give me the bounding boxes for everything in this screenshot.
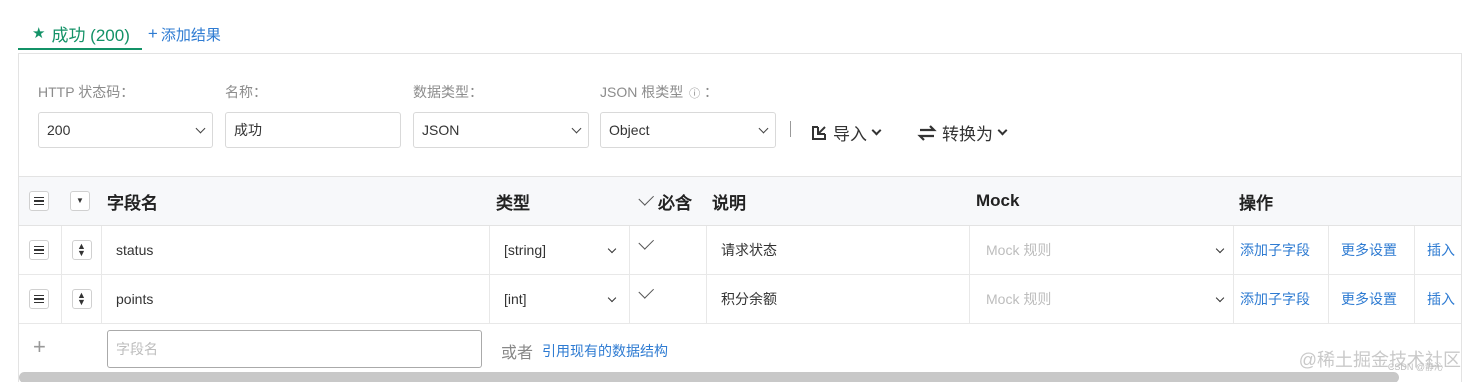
import-button[interactable]: 导入: [809, 120, 882, 145]
mock-select[interactable]: Mock 规则: [969, 226, 1233, 274]
more-settings-link[interactable]: 更多设置: [1328, 275, 1414, 323]
checkmark-icon: [637, 233, 654, 250]
convert-label: 转换为: [942, 125, 993, 144]
chevron-down-icon: [758, 123, 769, 133]
status-code-label: HTTP 状态码：: [38, 84, 135, 100]
data-type-label: 数据类型：: [413, 84, 483, 100]
sort-icon: ▲ ▼: [77, 241, 86, 258]
header-description: 说明: [712, 193, 746, 213]
chevron-down-icon: [1215, 293, 1225, 302]
table-header: ▼ 字段名 类型 必含 说明 Mock 操作: [19, 176, 1461, 226]
tab-success-200[interactable]: ★ 成功 (200): [18, 18, 142, 50]
insert-link[interactable]: 插入: [1414, 226, 1462, 274]
new-field-row: + 或者 引用现有的数据结构: [19, 324, 1461, 374]
mock-placeholder: Mock 规则: [986, 242, 1052, 258]
add-child-field-link[interactable]: 添加子字段: [1233, 226, 1328, 274]
toolbar-divider: [790, 121, 791, 137]
field-name-value: status: [116, 242, 154, 258]
header-mock: Mock: [976, 191, 1020, 210]
header-type: 类型: [496, 193, 530, 213]
header-expand-button[interactable]: ▼: [70, 177, 90, 225]
type-select[interactable]: [int]: [489, 275, 629, 323]
required-all-checkbox[interactable]: [636, 189, 654, 210]
checkmark-icon: [637, 282, 654, 299]
header-actions: 操作: [1239, 193, 1273, 213]
convert-icon: [917, 124, 937, 141]
name-input[interactable]: 成功: [225, 112, 401, 148]
row-drag-handle[interactable]: [29, 275, 49, 323]
insert-link[interactable]: 插入: [1414, 275, 1462, 323]
required-checkbox[interactable]: [629, 226, 706, 274]
row-sort-button[interactable]: ▲ ▼: [61, 275, 101, 323]
menu-icon: [34, 294, 44, 304]
name-label: 名称：: [225, 84, 267, 100]
tab-success-label: 成功 (200): [51, 25, 130, 45]
field-name-cell[interactable]: points: [101, 275, 489, 323]
data-type-value: JSON: [422, 122, 460, 138]
watermark-small: CSDN @静沁: [1387, 362, 1443, 372]
add-result-button[interactable]: + 添加结果: [148, 18, 221, 50]
reference-schema-link[interactable]: 引用现有的数据结构: [542, 341, 668, 361]
row-drag-handle[interactable]: [29, 226, 49, 274]
result-tabs: ★ 成功 (200) + 添加结果: [18, 18, 221, 53]
chevron-down-icon: [571, 123, 582, 133]
sort-icon: ▲ ▼: [77, 290, 86, 307]
new-field-name-input[interactable]: [107, 330, 482, 368]
header-required: 必含: [636, 177, 692, 225]
add-result-label: 添加结果: [160, 26, 221, 44]
name-value: 成功: [234, 122, 262, 138]
caret-down-icon: ▼: [76, 196, 84, 205]
description-value: 请求状态: [721, 242, 777, 258]
chevron-down-icon: [997, 125, 1008, 136]
response-panel: HTTP 状态码： 200 名称： 成功 数据类型： JSON JSON 根类型…: [18, 53, 1462, 382]
row-sort-button[interactable]: ▲ ▼: [61, 226, 101, 274]
description-cell[interactable]: 请求状态: [706, 226, 969, 274]
add-child-field-link[interactable]: 添加子字段: [1233, 275, 1328, 323]
chevron-down-icon: [1215, 244, 1225, 253]
type-value: [string]: [504, 242, 547, 258]
more-settings-link[interactable]: 更多设置: [1328, 226, 1414, 274]
json-root-type-select[interactable]: Object: [600, 112, 776, 148]
chevron-down-icon: [195, 123, 206, 133]
mock-select[interactable]: Mock 规则: [969, 275, 1233, 323]
chevron-down-icon: [871, 125, 882, 136]
json-root-type-value: Object: [609, 122, 650, 138]
status-code-value: 200: [47, 122, 71, 138]
description-cell[interactable]: 积分余额: [706, 275, 969, 323]
table-row: ▲ ▼ points [int] 积分余额 Mock 规则 添加子字段 更多设置…: [19, 275, 1461, 324]
field-name-value: points: [116, 291, 154, 307]
horizontal-scrollbar[interactable]: [19, 372, 1399, 382]
json-root-type-label: JSON 根类型 ⓘ ：: [600, 82, 718, 102]
menu-icon: [34, 196, 44, 206]
header-menu-button[interactable]: [29, 177, 49, 225]
header-required-label: 必含: [658, 193, 692, 213]
info-icon[interactable]: ⓘ: [689, 88, 700, 100]
header-field-name: 字段名: [107, 193, 158, 213]
convert-button[interactable]: 转换为: [916, 120, 1008, 145]
import-label: 导入: [833, 125, 867, 144]
mock-placeholder: Mock 规则: [986, 291, 1052, 307]
add-row-button[interactable]: +: [33, 334, 46, 360]
data-type-select[interactable]: JSON: [413, 112, 589, 148]
response-settings-form: HTTP 状态码： 200 名称： 成功 数据类型： JSON JSON 根类型…: [19, 54, 1461, 176]
or-text: 或者: [501, 345, 534, 362]
chevron-down-icon: [607, 293, 617, 302]
json-root-type-label-suffix: ：: [704, 84, 719, 100]
chevron-down-icon: [607, 244, 617, 253]
plus-icon: +: [147, 24, 158, 43]
star-icon: ★: [32, 25, 46, 42]
json-root-type-label-text: JSON 根类型: [600, 84, 684, 100]
required-checkbox[interactable]: [629, 275, 706, 323]
type-value: [int]: [504, 291, 527, 307]
menu-icon: [34, 245, 44, 255]
status-code-select[interactable]: 200: [38, 112, 213, 148]
description-value: 积分余额: [721, 291, 777, 307]
import-icon: [812, 125, 826, 140]
field-name-cell[interactable]: status: [101, 226, 489, 274]
type-select[interactable]: [string]: [489, 226, 629, 274]
table-row: ▲ ▼ status [string] 请求状态 Mock 规则 添加子字段 更…: [19, 226, 1461, 275]
